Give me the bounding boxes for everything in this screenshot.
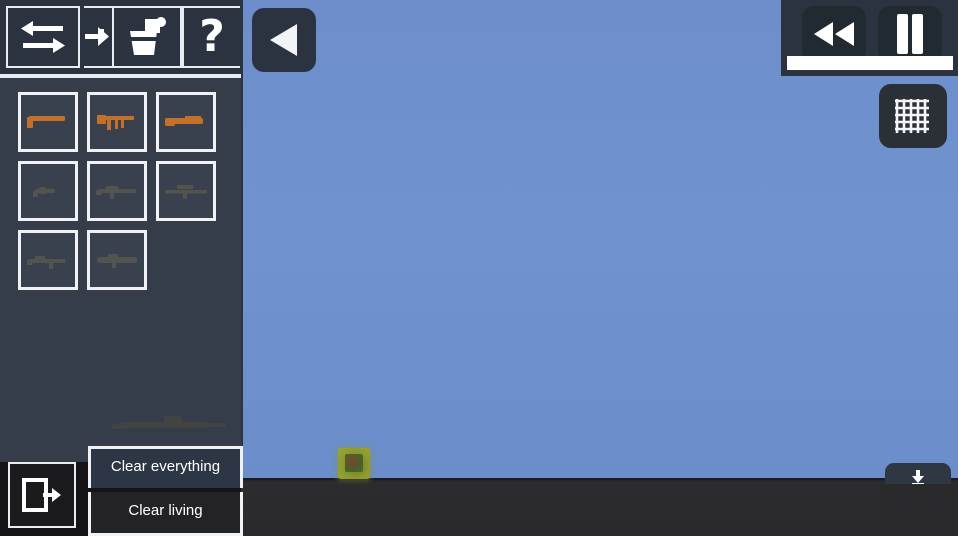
weapon-slot-3[interactable] [156, 92, 216, 152]
next-button[interactable] [84, 6, 112, 68]
question-mark-icon: ? [199, 11, 225, 62]
weapon-slot-7[interactable] [18, 230, 78, 290]
rewind-button[interactable] [802, 6, 866, 62]
weapon-grid [18, 92, 230, 299]
arrow-right-icon [85, 27, 109, 46]
clear-living-button[interactable]: Clear living [88, 492, 243, 536]
exit-button[interactable] [8, 462, 76, 528]
weapon-slot-2[interactable] [87, 92, 147, 152]
paint-bucket-button[interactable] [112, 6, 182, 68]
weapon-slot-6[interactable] [156, 161, 216, 221]
weapon-preview [112, 416, 226, 429]
weapon-slot-1[interactable] [18, 92, 78, 152]
playback-controls [781, 0, 958, 76]
collapse-panel-button[interactable] [252, 8, 316, 72]
panel-toolbar: ? [0, 0, 243, 76]
game-screen: ? Clear everything Clear living [0, 0, 958, 536]
rifle-icon [96, 186, 136, 199]
sniper-icon [165, 185, 207, 199]
pause-icon [897, 14, 923, 54]
shotgun-icon [165, 116, 203, 126]
clear-buttons-group: Clear everything Clear living [88, 446, 243, 536]
pause-button[interactable] [878, 6, 942, 62]
smg-icon [97, 115, 134, 130]
swap-arrows-icon [21, 21, 65, 53]
swap-button[interactable] [6, 6, 80, 68]
progress-bar-fill [787, 56, 953, 70]
paint-bucket-icon [130, 17, 166, 55]
clear-everything-button[interactable]: Clear everything [88, 446, 243, 488]
machinegun-icon [27, 256, 65, 269]
triangle-left-icon [270, 24, 297, 56]
progress-bar[interactable] [787, 56, 953, 70]
toolbar-underline [0, 74, 243, 78]
grid-icon [895, 99, 929, 133]
weapon-slot-8[interactable] [87, 230, 147, 290]
pistol-icon [27, 116, 65, 128]
crate-object[interactable] [338, 448, 370, 479]
ground-overlap-mask [880, 484, 958, 536]
weapon-slot-4[interactable] [18, 161, 78, 221]
exit-door-icon [22, 478, 61, 512]
launcher-icon [97, 254, 137, 268]
rewind-icon [814, 22, 854, 46]
revolver-icon [33, 187, 55, 197]
help-button[interactable]: ? [182, 6, 240, 68]
weapon-slot-5[interactable] [87, 161, 147, 221]
grid-toggle-button[interactable] [879, 84, 947, 148]
